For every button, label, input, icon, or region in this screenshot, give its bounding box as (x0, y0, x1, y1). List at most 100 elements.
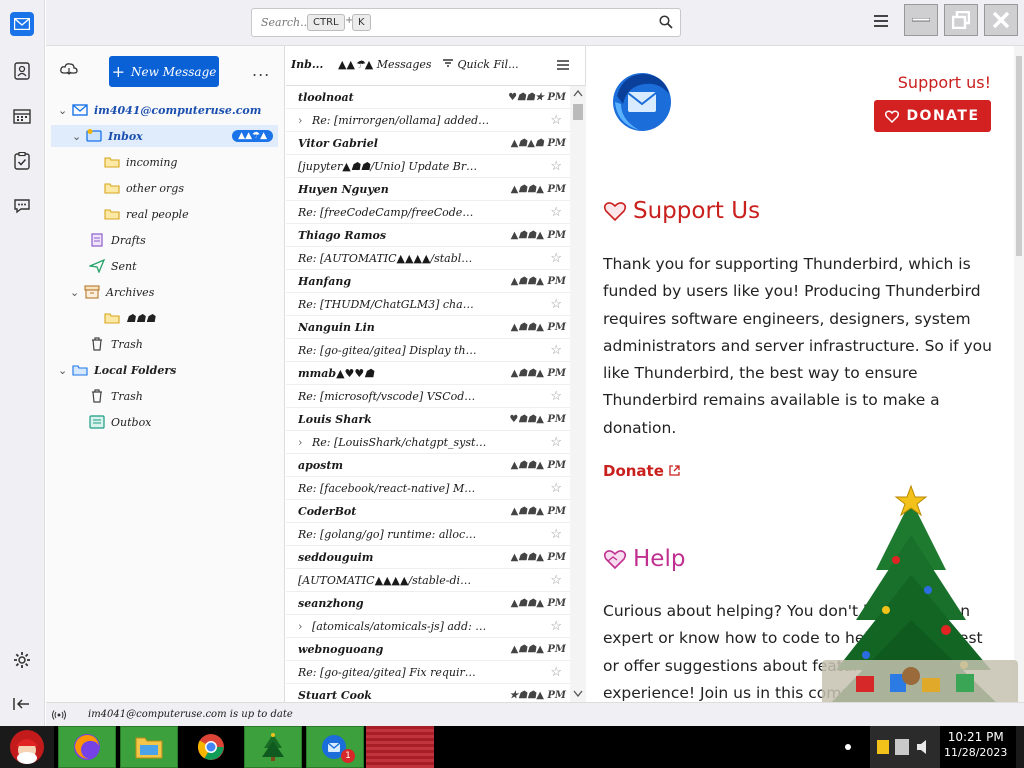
collapse-chevron-icon[interactable]: ⌄ (70, 286, 84, 299)
search-icon[interactable] (659, 15, 673, 29)
search-input[interactable]: Search... CTRL + K (251, 8, 681, 37)
collapse-spaces-icon[interactable] (10, 692, 34, 716)
taskbar-clock[interactable]: 10:21 PM 11/28/2023 (944, 730, 1007, 760)
message-sender-row[interactable]: Louis Shark ♥☗☗▲ PM (286, 408, 570, 431)
star-icon[interactable]: ☆ (550, 205, 562, 220)
collapse-chevron-icon[interactable]: ⌄ (58, 364, 72, 377)
taskbar-xmas-tree[interactable] (244, 726, 302, 768)
collapse-chevron-icon[interactable]: ⌄ (72, 130, 86, 143)
star-icon[interactable]: ☆ (550, 159, 562, 174)
message-sender-row[interactable]: tloolnoat ♥☗☗★ PM (286, 86, 570, 109)
message-subject-row[interactable]: Re: [freeCodeCamp/freeCodeCamp] feat(cu.… (286, 201, 570, 224)
scroll-thumb[interactable] (573, 104, 583, 120)
app-menu-icon[interactable] (874, 15, 888, 27)
folder-real-people[interactable]: real people (104, 203, 189, 225)
folder-local-folders[interactable]: ⌄ Local Folders (58, 359, 176, 381)
taskbar-chrome[interactable] (182, 726, 240, 768)
folder-pane-more-icon[interactable]: ... (252, 61, 270, 80)
folder-local-trash[interactable]: Trash (89, 385, 143, 407)
message-sender-row[interactable]: Hanfang ▲☗☗▲ PM (286, 270, 570, 293)
message-subject-row[interactable]: ›Re: [LouisShark/chatgpt_system_prompt].… (286, 431, 570, 454)
calendar-icon[interactable] (10, 104, 34, 128)
star-icon[interactable]: ☆ (550, 573, 562, 588)
plus-icon: + (111, 62, 126, 81)
message-subject-row[interactable]: Re: [facebook/react-native] Multiline Te… (286, 477, 570, 500)
chat-icon[interactable] (10, 194, 34, 218)
folder-other-orgs[interactable]: other orgs (104, 177, 184, 199)
list-display-options-icon[interactable] (556, 59, 570, 71)
address-book-icon[interactable] (10, 59, 34, 83)
message-sender-row[interactable]: Vitor Gabriel ▲☗▲☗ PM (286, 132, 570, 155)
folder-outbox[interactable]: Outbox (89, 411, 151, 433)
message-subject-row[interactable]: Re: [AUTOMATIC▲▲▲▲/stable... ☆ (286, 247, 570, 270)
get-messages-cloud-icon[interactable] (60, 62, 78, 76)
message-subject-row[interactable]: [jupyter▲☗☗/Unio] Update Brazilian Po...… (286, 155, 570, 178)
message-subject-row[interactable]: [AUTOMATIC▲▲▲▲/stable-diffusion... ☆ (286, 569, 570, 592)
star-icon[interactable]: ☆ (550, 619, 562, 634)
message-list-scrollbar[interactable] (570, 86, 586, 702)
expand-thread-icon[interactable]: › (298, 436, 312, 449)
folder-trash[interactable]: Trash (89, 333, 143, 355)
quick-filter-button[interactable]: Quick Fil... (442, 58, 519, 71)
minimize-button[interactable] (904, 4, 938, 36)
message-sender-row[interactable]: CoderBot ▲☗☗▲ PM (286, 500, 570, 523)
show-desktop-button[interactable] (1016, 726, 1024, 768)
start-button[interactable] (0, 726, 54, 768)
taskbar-thunderbird[interactable]: 1 (306, 726, 364, 768)
message-sender-row[interactable]: Nanguin Lin ▲☗☗▲ PM (286, 316, 570, 339)
folder-account[interactable]: ⌄ im4041@computeruse.com (58, 99, 278, 121)
message-sender-row[interactable]: mmab▲♥♥☗ ▲☗☗▲ PM (286, 362, 570, 385)
message-sender-row[interactable]: Huyen Nguyen ▲☗☗▲ PM (286, 178, 570, 201)
message-subject-row[interactable]: ›Re: [mirrorgen/ollama] added quickstart… (286, 109, 570, 132)
expand-thread-icon[interactable]: › (298, 620, 312, 633)
message-sender-row[interactable]: Stuart Cook ★☗☗▲ PM (286, 684, 570, 702)
folder-archive-year[interactable]: ☗☗☗ (104, 307, 156, 329)
expand-thread-icon[interactable]: › (298, 114, 312, 127)
message-sender-row[interactable]: seddouguim ▲☗☗▲ PM (286, 546, 570, 569)
star-icon[interactable]: ☆ (550, 343, 562, 358)
star-icon[interactable]: ☆ (550, 297, 562, 312)
folder-sent[interactable]: Sent (89, 255, 137, 277)
message-sender-row[interactable]: apostm ▲☗☗▲ PM (286, 454, 570, 477)
restore-button[interactable] (944, 4, 978, 36)
star-icon[interactable]: ☆ (550, 481, 562, 496)
message-subject-row[interactable]: ›[atomicals/atomicals-js] add: pnpm supp… (286, 615, 570, 638)
donate-button[interactable]: DONATE (874, 100, 991, 132)
message-subject-row[interactable]: Re: [microsoft/vscode] VSCode hangs afte… (286, 385, 570, 408)
message-subject-row[interactable]: Re: [go-gitea/gitea] Display the number … (286, 339, 570, 362)
system-tray[interactable] (870, 726, 940, 768)
mail-space-icon[interactable] (10, 12, 34, 36)
taskbar-file-explorer[interactable] (120, 726, 178, 768)
scroll-down-icon[interactable] (573, 690, 583, 697)
new-message-button[interactable]: + New Message (109, 56, 219, 87)
folder-label: Drafts (111, 233, 146, 247)
preview-scroll-thumb[interactable] (1016, 56, 1022, 256)
message-sender-row[interactable]: seanzhong ▲☗☗▲ PM (286, 592, 570, 615)
star-icon[interactable]: ☆ (550, 251, 562, 266)
message-subject-row[interactable]: Re: [go-gitea/gitea] Fix required issue … (286, 661, 570, 684)
scroll-up-icon[interactable] (573, 90, 583, 97)
online-status-icon[interactable] (52, 709, 66, 720)
taskbar-open-window[interactable] (366, 726, 434, 768)
taskbar-firefox[interactable] (58, 726, 116, 768)
folder-archives[interactable]: ⌄ Archives (70, 281, 154, 303)
close-button[interactable] (984, 4, 1018, 36)
donate-link[interactable]: Donate (603, 462, 680, 480)
folder-inbox[interactable]: ⌄ Inbox ▲▲☂▲ (51, 125, 278, 147)
star-icon[interactable]: ☆ (550, 113, 562, 128)
star-icon[interactable]: ☆ (550, 665, 562, 680)
folder-incoming[interactable]: incoming (104, 151, 177, 173)
support-us-link[interactable]: Support us! (898, 73, 991, 92)
star-icon[interactable]: ☆ (550, 435, 562, 450)
message-subject-row[interactable]: Re: [THUDM/ChatGLM3] chatglm... ☆ (286, 293, 570, 316)
message-sender-row[interactable]: webnoguoang ▲☗☗▲ PM (286, 638, 570, 661)
folder-drafts[interactable]: Drafts (89, 229, 146, 251)
star-icon[interactable]: ☆ (550, 527, 562, 542)
message-subject: Re: [go-gitea/gitea] Fix required issue … (298, 665, 478, 679)
settings-gear-icon[interactable] (10, 648, 34, 672)
star-icon[interactable]: ☆ (550, 389, 562, 404)
collapse-chevron-icon[interactable]: ⌄ (58, 104, 72, 117)
message-sender-row[interactable]: Thiago Ramos ▲☗☗▲ PM (286, 224, 570, 247)
tasks-icon[interactable] (10, 149, 34, 173)
message-subject-row[interactable]: Re: [golang/go] runtime: allocated pages… (286, 523, 570, 546)
